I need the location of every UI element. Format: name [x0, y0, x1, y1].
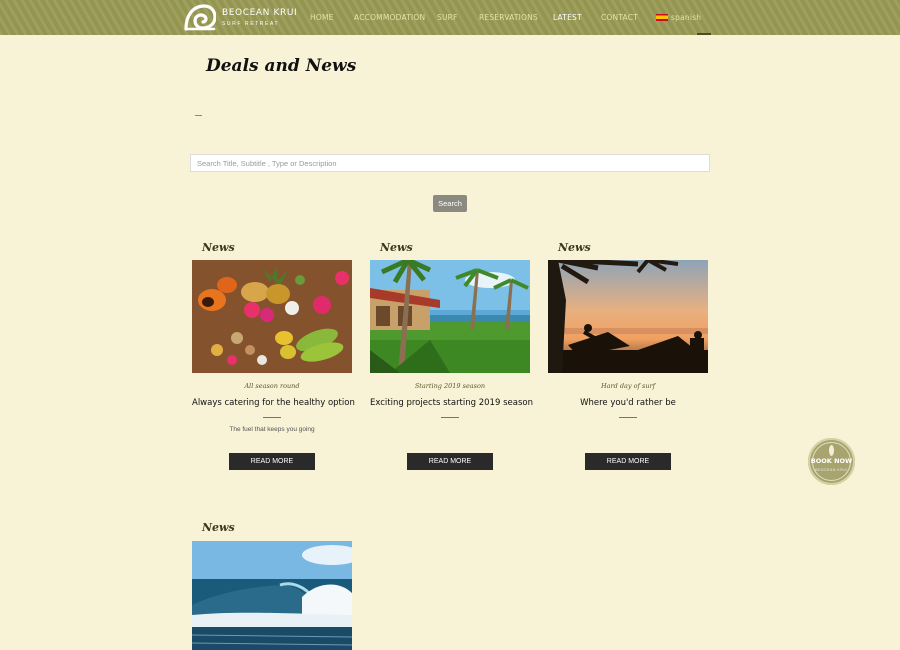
card-image-wave[interactable]: [192, 541, 352, 650]
card-divider: [619, 417, 637, 418]
read-more-button[interactable]: READ MORE: [407, 453, 493, 470]
card-title[interactable]: Always catering for the healthy option: [192, 398, 355, 408]
news-card: News Hard day of surf Where you'd rather…: [548, 241, 708, 471]
logo-wave-icon: [184, 4, 216, 31]
card-image-garden[interactable]: [370, 260, 530, 373]
logo-name: BEOCEAN KRUI: [222, 8, 298, 18]
card-type: News: [558, 241, 591, 254]
read-more-button[interactable]: READ MORE: [229, 453, 315, 470]
card-subtitle: Starting 2019 season: [414, 382, 486, 390]
spain-flag-icon: [656, 14, 668, 21]
card-description: The fuel that keeps you going: [229, 426, 315, 433]
search-input[interactable]: [190, 154, 710, 172]
nav-contact[interactable]: CONTACT: [601, 13, 638, 22]
card-title[interactable]: Exciting projects starting 2019 season: [370, 398, 533, 408]
card-type: News: [202, 241, 235, 254]
news-card: News Starting 2019 season Exciting proje…: [370, 241, 533, 471]
nav-accommodation[interactable]: ACCOMMODATION: [354, 13, 425, 22]
search-button[interactable]: Search: [433, 195, 467, 212]
nav-language[interactable]: spanish: [671, 13, 701, 22]
card-image-sunset[interactable]: [548, 260, 708, 373]
nav-home[interactable]: HOME: [310, 13, 334, 22]
news-card: News All season round Always catering fo…: [192, 241, 355, 471]
card-divider: [263, 417, 281, 418]
card-divider: [441, 417, 459, 418]
card-type: News: [380, 241, 413, 254]
site-logo[interactable]: BEOCEAN KRUI SURF RETREAT: [184, 4, 297, 32]
card-type: News: [202, 521, 235, 534]
read-more-button[interactable]: READ MORE: [585, 453, 671, 470]
book-now-badge[interactable]: BOOK NOW BEOCEAN KRUI: [808, 438, 855, 485]
page-title: Deals and News: [206, 56, 357, 76]
card-subtitle: All season round: [244, 382, 300, 390]
nav-underline: [697, 33, 711, 35]
news-card: News: [192, 521, 352, 650]
logo-tagline: SURF RETREAT: [222, 21, 280, 27]
book-now-label: BOOK NOW: [810, 457, 853, 465]
nav-surf[interactable]: SURF: [437, 13, 458, 22]
surfboard-icon: [829, 445, 834, 456]
nav-latest[interactable]: LATEST: [553, 13, 582, 22]
card-title[interactable]: Where you'd rather be: [548, 398, 708, 408]
card-subtitle: Hard day of surf: [600, 382, 656, 390]
nav-reservations[interactable]: RESERVATIONS: [479, 13, 538, 22]
divider: [195, 115, 202, 116]
book-now-sub: BEOCEAN KRUI: [815, 468, 848, 472]
card-image-fruit[interactable]: [192, 260, 352, 373]
